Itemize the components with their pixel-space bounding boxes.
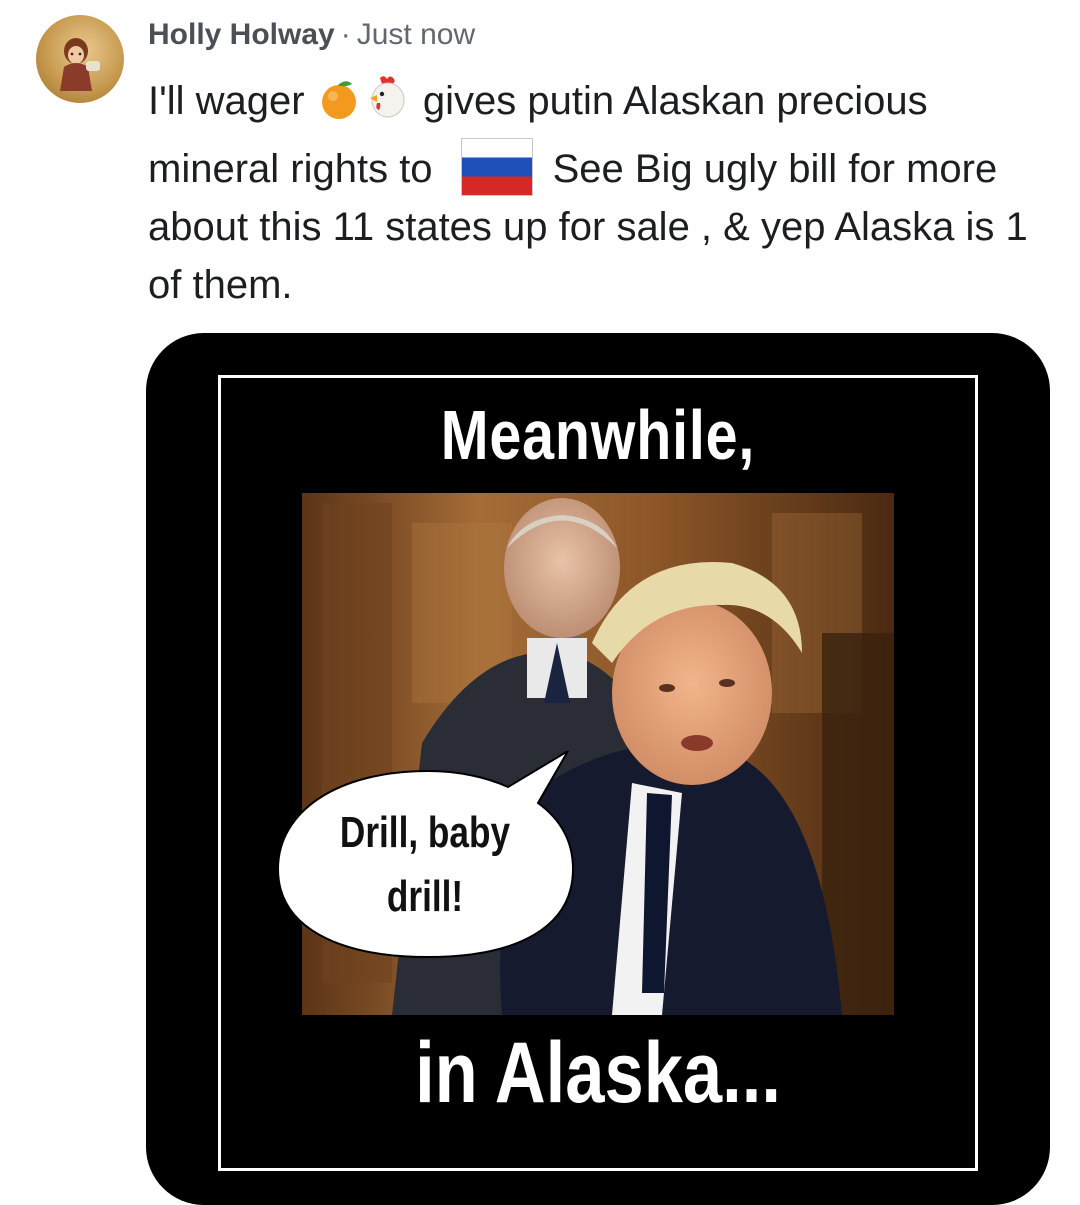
speech-bubble: Drill, baby drill! [268,751,588,973]
timestamp: Just now [356,18,476,51]
meme-top-caption: Meanwhile, [440,396,756,474]
text-part-1: I'll wager [148,79,305,123]
comment-meta: Holly Holway · Just now [148,16,475,54]
meme-bottom-caption: in Alaska... [415,1025,781,1121]
speech-bubble-text: Drill, baby drill! [339,808,511,921]
chicken-emoji-icon [362,72,412,138]
russia-flag-icon [460,138,533,196]
comment-post: Holly Holway · Just now I'll wager gives p… [0,0,1080,1205]
avatar-doll-image [60,38,100,91]
comment-text: I'll wager gives putin Alaskan precious … [148,72,1048,314]
author-avatar[interactable] [36,15,124,103]
meta-separator: · [340,18,351,51]
orange-emoji-icon [316,76,362,138]
meme-image[interactable]: Meanwhile, Drill, baby drill! in Alaska.… [146,333,1050,1205]
author-name[interactable]: Holly Holway [148,18,335,51]
